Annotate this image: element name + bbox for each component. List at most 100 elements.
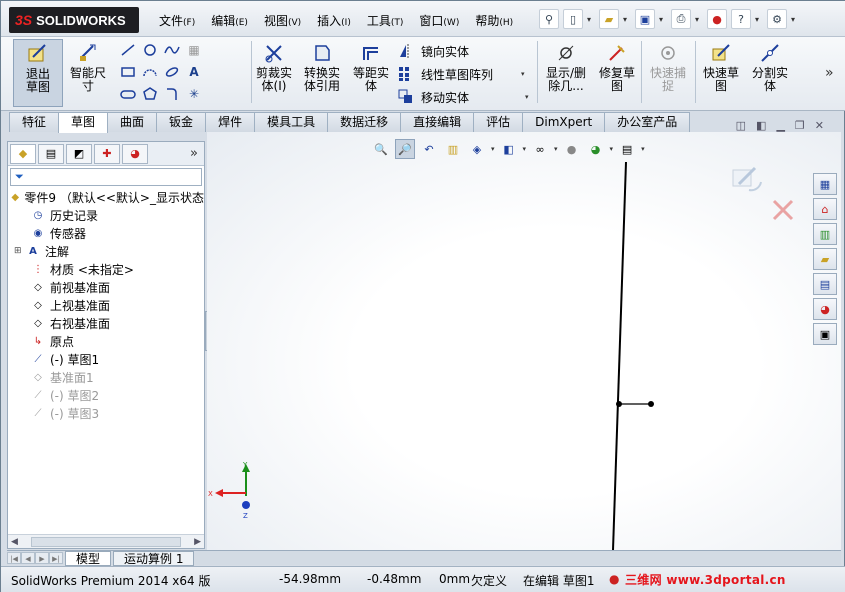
line-tool-icon[interactable] xyxy=(117,41,139,59)
custom-properties-icon[interactable]: ▣ xyxy=(813,323,837,345)
cancel-sketch-icon[interactable] xyxy=(771,198,795,222)
chevron-down-icon[interactable]: ▾ xyxy=(587,15,595,24)
propertymanager-tab-icon[interactable]: ▤ xyxy=(38,143,64,164)
tree-item-sketch3[interactable]: ⟋ (-) 草图3 xyxy=(8,404,204,422)
trim-entities-button[interactable]: 剪裁实体(I) xyxy=(253,39,295,107)
tab-features[interactable]: 特征 xyxy=(9,112,60,132)
tab-sketch[interactable]: 草图 xyxy=(58,112,109,133)
tab-motion-study[interactable]: 运动算例 1 xyxy=(113,550,195,566)
minimize-icon[interactable]: ▁ xyxy=(776,119,784,132)
tree-item-annotations[interactable]: ⊞ A 注解 xyxy=(8,242,204,260)
help-icon[interactable]: ? xyxy=(731,9,751,29)
tab-weldments[interactable]: 焊件 xyxy=(205,112,256,132)
toolbar-overflow-icon[interactable]: » xyxy=(825,65,834,81)
horizontal-scrollbar[interactable]: ◀ ▶ xyxy=(8,534,204,548)
circle-tool-icon[interactable] xyxy=(139,41,161,59)
menu-edit[interactable]: 编辑(E) xyxy=(203,11,256,31)
text-tool-icon[interactable]: A xyxy=(183,63,205,81)
spline-tool-icon[interactable] xyxy=(161,41,183,59)
sketch-line-vertical[interactable] xyxy=(612,161,627,550)
scroll-right-icon[interactable]: ▶ xyxy=(194,537,201,547)
slot-tool-icon[interactable] xyxy=(117,85,139,103)
scrollbar-thumb[interactable] xyxy=(31,536,181,547)
close-icon[interactable]: ✕ xyxy=(815,119,824,132)
view-palette-icon[interactable]: ▤ xyxy=(813,273,837,295)
chevron-down-icon[interactable]: ▾ xyxy=(755,15,763,24)
save-icon[interactable]: ▣ xyxy=(635,9,655,29)
move-entities-button[interactable]: 移动实体 ▾ xyxy=(397,87,529,107)
tree-item-sketch1[interactable]: ⟋ (-) 草图1 xyxy=(8,350,204,368)
options-icon[interactable]: ⚙ xyxy=(767,9,787,29)
grid-tool-icon[interactable]: ▦ xyxy=(183,41,205,59)
tree-item-history[interactable]: ◷ 历史记录 xyxy=(8,206,204,224)
expand-icon[interactable]: ⊞ xyxy=(14,246,23,256)
repair-sketch-button[interactable]: 修复草图 xyxy=(595,39,639,107)
menu-window[interactable]: 窗口(W) xyxy=(411,11,467,31)
convert-entities-button[interactable]: 转换实体引用 xyxy=(299,39,345,107)
mirror-entities-button[interactable]: 镜向实体 xyxy=(397,41,469,61)
menu-insert[interactable]: 插入(I) xyxy=(309,11,359,31)
polygon-tool-icon[interactable] xyxy=(139,85,161,103)
rapid-sketch-button[interactable]: 快速草图 xyxy=(699,39,743,107)
tree-item-material[interactable]: ⋮ 材质 <未指定> xyxy=(8,260,204,278)
tab-sheet-metal[interactable]: 钣金 xyxy=(156,112,207,132)
tab-direct-editing[interactable]: 直接编辑 xyxy=(400,112,475,132)
tab-model[interactable]: 模型 xyxy=(65,550,112,566)
open-folder-icon[interactable]: ▰ xyxy=(599,9,619,29)
scroll-left-icon[interactable]: ◀ xyxy=(11,537,18,547)
print-icon[interactable]: ⎙ xyxy=(671,9,691,29)
home-icon[interactable]: ⌂ xyxy=(813,198,837,220)
tree-item-sensors[interactable]: ◉ 传感器 xyxy=(8,224,204,242)
display-delete-relations-button[interactable]: 显示/删除几... xyxy=(541,39,591,107)
chevron-down-icon[interactable]: ▾ xyxy=(525,93,529,101)
point-tool-icon[interactable]: ✳ xyxy=(183,85,205,103)
rebuild-status-icon[interactable]: ● xyxy=(609,572,619,586)
graphics-area[interactable]: 🔍 🔎 ↶ ▥ ◈ ▾ ◧ ▾ ∞ ▾ ● ◕ ▾ ▤ ▾ Y X Z xyxy=(207,132,841,550)
first-tab-icon[interactable]: |◀ xyxy=(7,552,21,564)
sketch-endpoint[interactable] xyxy=(616,401,622,407)
tree-item-plane1[interactable]: ◇ 基准面1 xyxy=(8,368,204,386)
quick-snaps-button[interactable]: 快速捕捉 xyxy=(645,39,691,107)
filter-field[interactable]: ⏷ xyxy=(10,168,202,186)
tree-item-sketch2[interactable]: ⟋ (-) 草图2 xyxy=(8,386,204,404)
tab-evaluate[interactable]: 评估 xyxy=(473,112,524,132)
exit-sketch-button[interactable]: 退出草图 xyxy=(13,39,63,107)
prev-tab-icon[interactable]: ◀ xyxy=(21,552,35,564)
panel-overflow-icon[interactable]: » xyxy=(190,146,198,161)
linear-pattern-button[interactable]: 线性草图阵列 ▾ xyxy=(397,64,525,84)
configurationmanager-tab-icon[interactable]: ◩ xyxy=(66,143,92,164)
tree-item-front-plane[interactable]: ◇ 前视基准面 xyxy=(8,278,204,296)
next-tab-icon[interactable]: ▶ xyxy=(35,552,49,564)
design-library-icon[interactable]: ▥ xyxy=(813,223,837,245)
tree-item-top-plane[interactable]: ◇ 上视基准面 xyxy=(8,296,204,314)
rectangle-tool-icon[interactable] xyxy=(117,63,139,81)
arc-tool-icon[interactable] xyxy=(139,63,161,81)
new-document-icon[interactable]: ▯ xyxy=(563,9,583,29)
chevron-down-icon[interactable]: ▾ xyxy=(695,15,703,24)
tab-surfaces[interactable]: 曲面 xyxy=(107,112,158,132)
pin-icon[interactable]: ⚲ xyxy=(539,9,559,29)
exit-sketch-confirm-icon[interactable] xyxy=(729,164,765,198)
file-explorer-icon[interactable]: ▰ xyxy=(813,248,837,270)
tile-horizontal-icon[interactable]: ◫ xyxy=(736,119,746,132)
split-entities-button[interactable]: 分割实体 xyxy=(747,39,793,107)
rebuild-icon[interactable]: ● xyxy=(707,9,727,29)
solidworks-logo[interactable]: 3S SOLIDWORKS xyxy=(9,7,139,33)
tab-mold-tools[interactable]: 模具工具 xyxy=(254,112,329,132)
menu-file[interactable]: 文件(F) xyxy=(151,11,203,31)
sketch-endpoint[interactable] xyxy=(648,401,654,407)
tab-dimxpert[interactable]: DimXpert xyxy=(522,112,606,132)
tree-root[interactable]: ◆ 零件9 （默认<<默认>_显示状态 xyxy=(8,188,204,206)
fillet-tool-icon[interactable] xyxy=(161,85,183,103)
featuremanager-tab-icon[interactable]: ◆ xyxy=(10,143,36,164)
smart-dimension-button[interactable]: 智能尺寸 xyxy=(67,39,109,107)
tab-office-products[interactable]: 办公室产品 xyxy=(604,112,691,132)
chevron-down-icon[interactable]: ▾ xyxy=(791,15,799,24)
solidworks-resources-icon[interactable]: ▦ xyxy=(813,173,837,195)
menu-view[interactable]: 视图(V) xyxy=(256,11,309,31)
menu-help[interactable]: 帮助(H) xyxy=(467,11,521,31)
dimxpertmanager-tab-icon[interactable]: ✚ xyxy=(94,143,120,164)
last-tab-icon[interactable]: ▶| xyxy=(49,552,63,564)
ellipse-tool-icon[interactable] xyxy=(161,63,183,81)
chevron-down-icon[interactable]: ▾ xyxy=(659,15,667,24)
